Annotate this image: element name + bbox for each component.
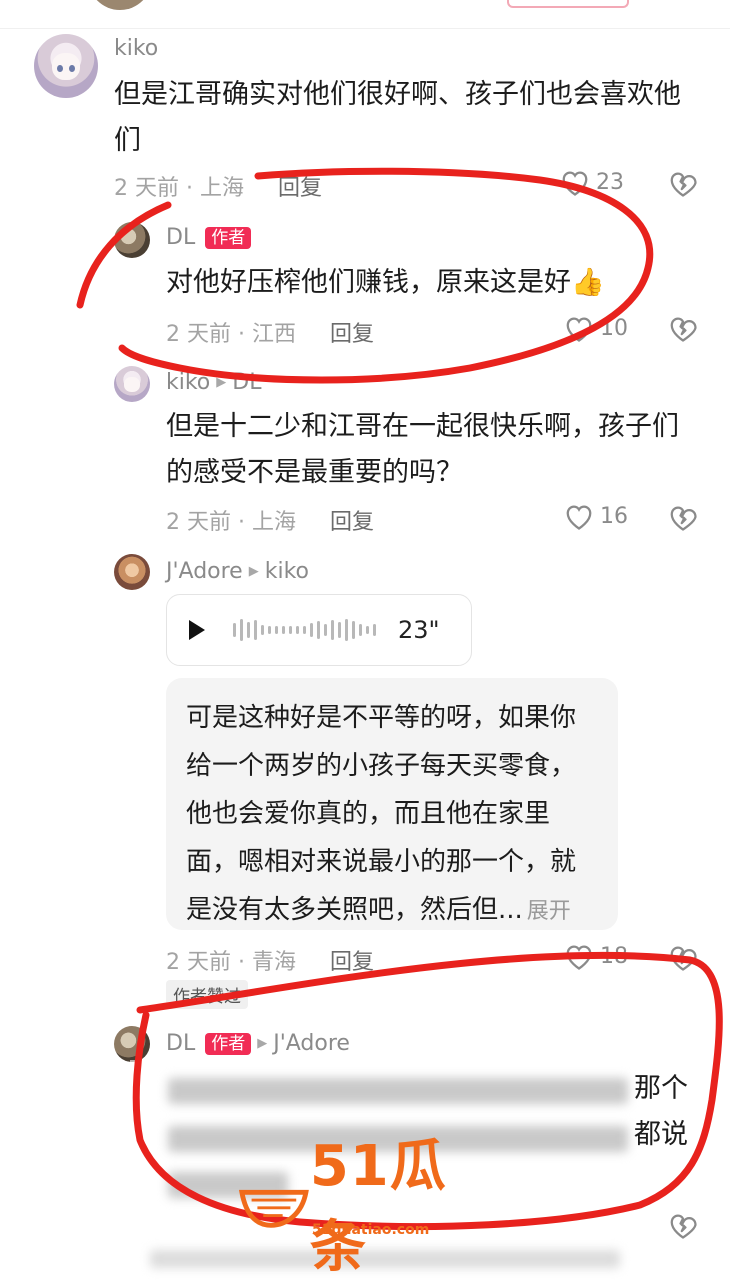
red-annotation-circle bbox=[76, 167, 723, 1231]
watermelon-icon bbox=[238, 1189, 309, 1228]
watermark-logo: 51瓜条 51guatiao.com bbox=[238, 1134, 498, 1280]
watermark-url: 51guatiao.com bbox=[312, 1222, 430, 1238]
watermark-brand: 51瓜条 bbox=[309, 1134, 447, 1280]
